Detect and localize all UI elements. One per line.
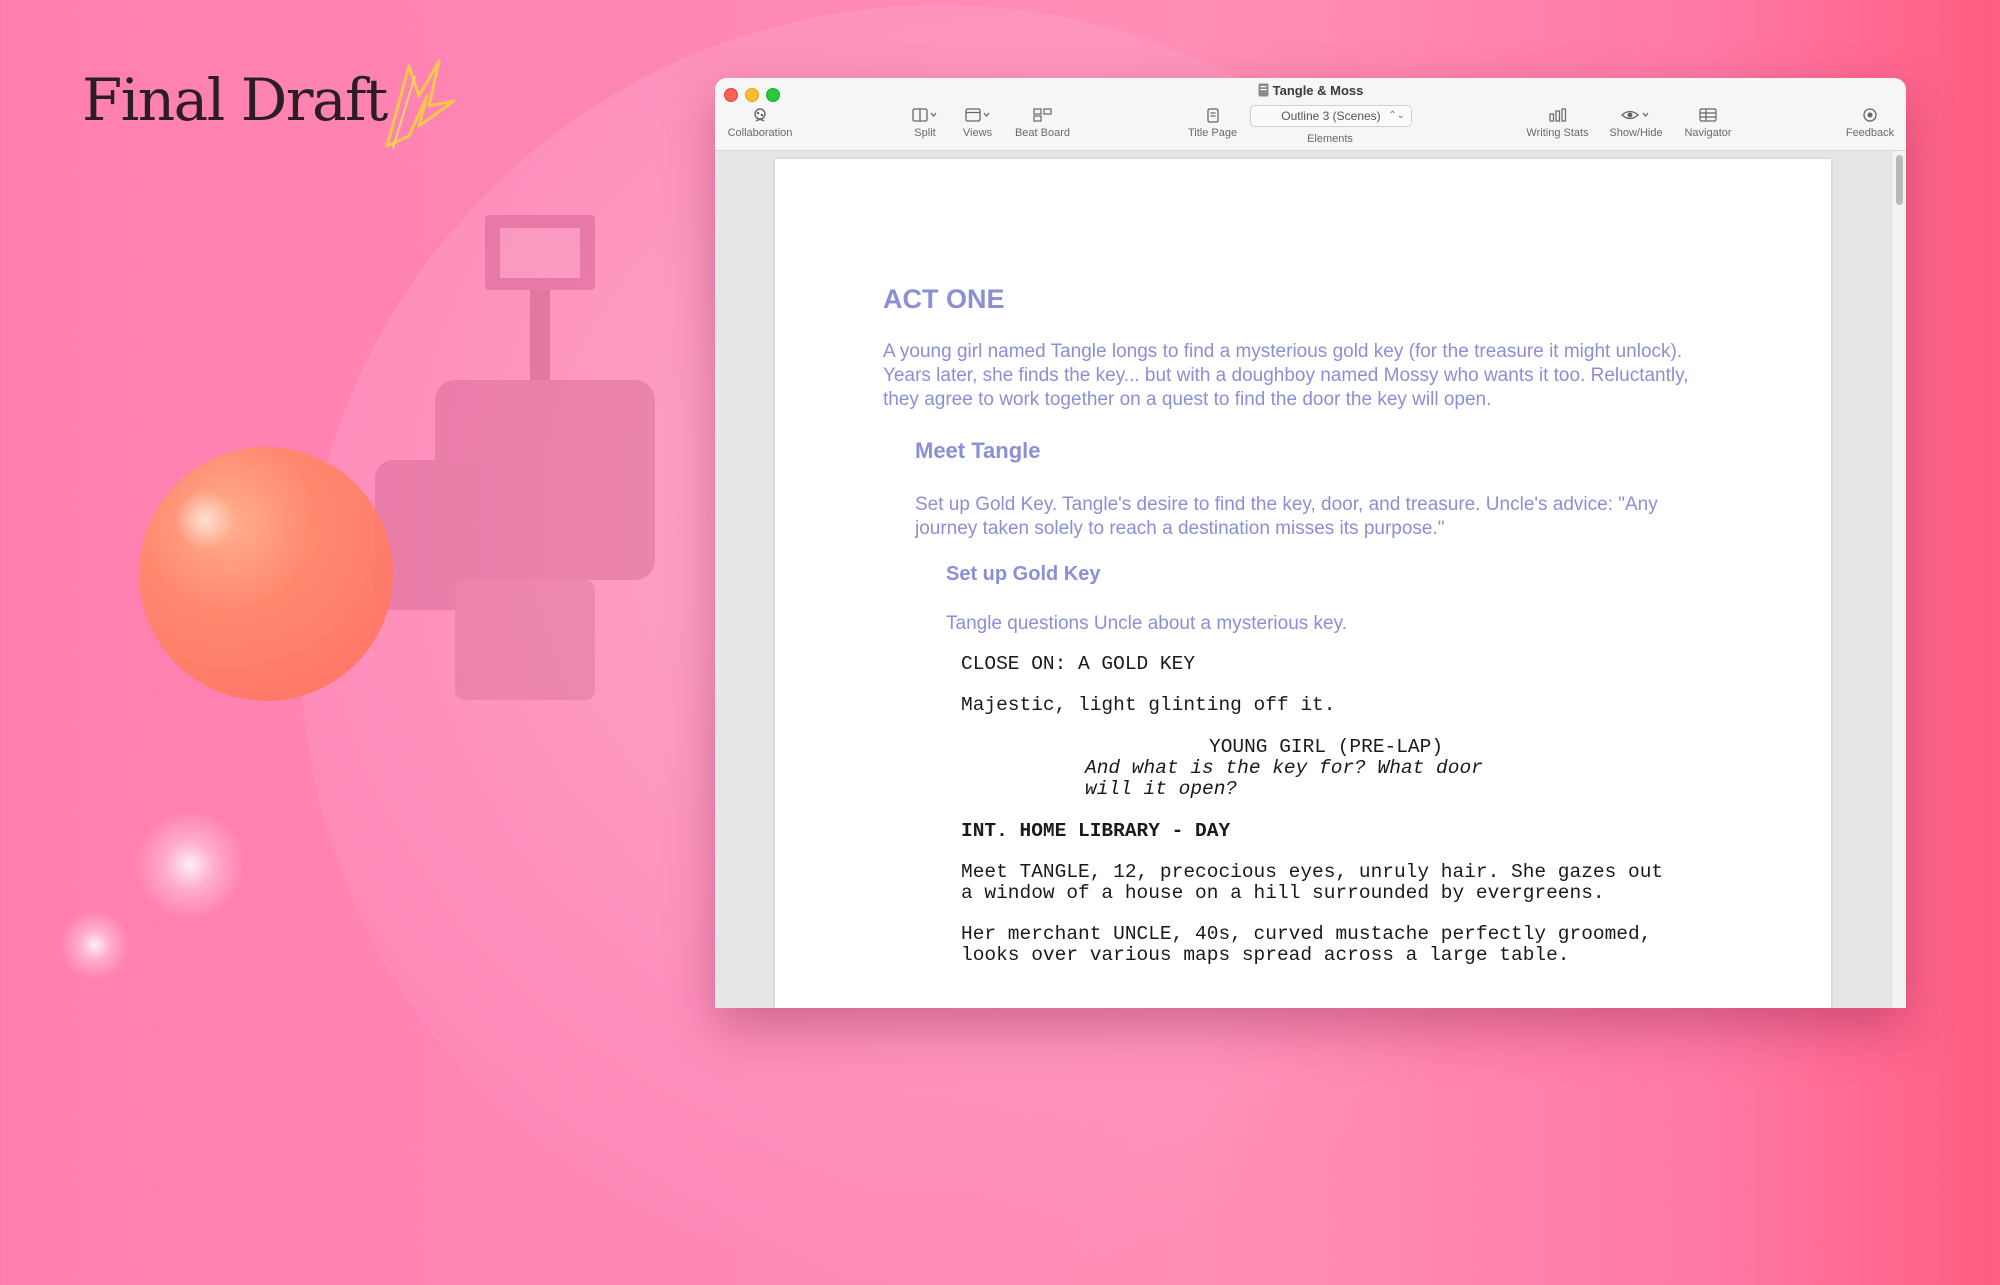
beat-board-label: Beat Board [1014,127,1071,139]
orange-sphere [139,447,393,701]
title-page-icon [1206,107,1219,123]
logo-wordmark: Final Draft [82,66,388,134]
elements-select-value: Outline 3 (Scenes) [1281,109,1381,123]
feedback-icon [1863,108,1877,122]
window-title-text: Tangle & Moss [1272,83,1364,98]
split-icon [912,108,937,122]
act-summary: A young girl named Tangle longs to find … [883,341,1689,410]
collaboration-icon [754,108,766,122]
sphere-highlight [175,490,235,550]
show-hide-button[interactable]: Show/Hide [1603,105,1669,139]
action-line: Meet TANGLE, 12, precocious eyes, unruly… [961,861,1664,904]
views-label: Views [962,127,993,139]
window-title: Tangle & Moss [715,83,1906,98]
collaboration-label: Collaboration [727,127,793,139]
feedback-button[interactable]: Feedback [1840,105,1900,139]
show-hide-label: Show/Hide [1609,127,1663,139]
title-page-button[interactable]: Title Page [1180,105,1245,139]
action-line: CLOSE ON: A GOLD KEY [961,653,1196,675]
beat-board-icon [1032,108,1052,122]
writing-stats-button[interactable]: Writing Stats [1520,105,1595,139]
camera-rig-image [375,215,655,700]
logo-flourish-icon [385,59,456,149]
script-editor: ACT ONE A young girl named Tangle longs … [715,151,1906,1008]
toolbar: Tangle & Moss Collaboration Split Views … [715,78,1906,151]
scrollbar-thumb[interactable] [1896,155,1903,205]
scene-outline-summary: Tangle questions Uncle about a mysteriou… [946,613,1347,634]
scene-outline-title: Set up Gold Key [946,563,1101,585]
light-glow [60,910,130,980]
navigator-icon [1699,108,1717,122]
eye-icon [1621,110,1649,120]
views-button[interactable]: Views [950,105,1005,139]
feedback-label: Feedback [1845,127,1895,139]
navigator-button[interactable]: Navigator [1677,105,1739,139]
beat-board-button[interactable]: Beat Board [1005,105,1080,139]
writing-stats-icon [1548,108,1566,122]
act-title: ACT ONE [883,284,1005,314]
elements-select[interactable]: Outline 3 (Scenes) ⌃⌄ [1250,105,1412,127]
vertical-scrollbar[interactable] [1891,151,1906,1008]
script-page[interactable]: ACT ONE A young girl named Tangle longs … [775,159,1831,1008]
elements-label: Elements [1307,133,1353,145]
final-draft-logo: Final Draft [82,59,459,156]
scene-heading: INT. HOME LIBRARY - DAY [961,820,1231,842]
select-arrows-icon: ⌃⌄ [1388,110,1405,121]
writing-stats-label: Writing Stats [1526,127,1589,139]
character-cue: YOUNG GIRL (PRE-LAP) [1209,736,1444,758]
split-label: Split [914,127,936,139]
document-icon [1258,83,1269,97]
sequence-summary: Set up Gold Key. Tangle's desire to find… [915,494,1658,539]
light-glow [135,810,245,920]
views-icon [964,108,989,122]
split-button[interactable]: Split [895,105,955,139]
dialogue: And what is the key for? What door will … [1085,757,1483,800]
collaboration-button[interactable]: Collaboration [725,105,795,139]
title-page-label: Title Page [1187,127,1238,139]
sequence-title: Meet Tangle [915,438,1041,463]
action-line: Majestic, light glinting off it. [961,694,1336,716]
action-line: Her merchant UNCLE, 40s, curved mustache… [961,923,1652,966]
app-window: Tangle & Moss Collaboration Split Views … [715,78,1906,1008]
navigator-label: Navigator [1684,127,1732,139]
